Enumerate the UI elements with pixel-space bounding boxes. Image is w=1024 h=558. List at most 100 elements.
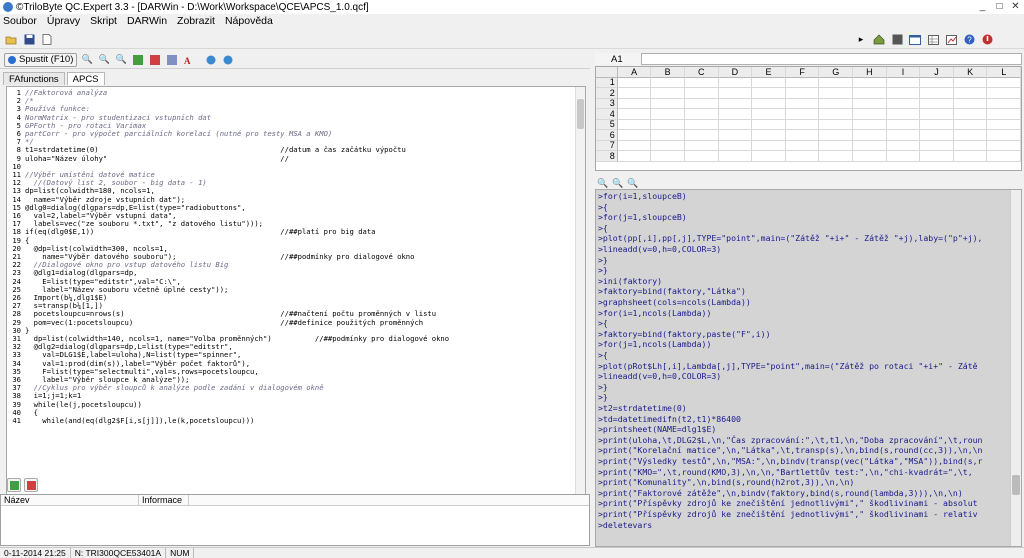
grid-cell[interactable]	[920, 140, 954, 151]
grid-cell[interactable]	[953, 88, 988, 99]
insert-icon[interactable]	[131, 53, 145, 67]
console-line[interactable]: >}	[598, 265, 608, 276]
grid-cell[interactable]	[718, 109, 753, 120]
console-find-icon[interactable]: 🔍	[596, 176, 610, 190]
code-line[interactable]: 6 partCorr - pro výpočet parciálních kore…	[7, 130, 581, 138]
globe-icon[interactable]	[204, 53, 218, 67]
grid-cell[interactable]	[752, 88, 786, 99]
grid-cell[interactable]	[785, 88, 820, 99]
code-line[interactable]: 39 while(le(j,pocetsloupcu))	[7, 400, 581, 408]
grid-cell[interactable]	[886, 88, 921, 99]
grid-cell[interactable]	[617, 77, 652, 88]
grid-cell[interactable]	[886, 98, 921, 109]
grid-cell[interactable]	[718, 140, 753, 151]
code-line[interactable]: 29 pom=vec(1:pocetsloupcu) //##definice …	[7, 318, 581, 326]
grid-cell[interactable]	[617, 151, 652, 162]
console-line[interactable]: >plot(pp[,i],pp[,j],TYPE="point",main=("…	[598, 233, 983, 244]
grid-cell[interactable]	[617, 109, 652, 120]
maximize-button[interactable]: □	[993, 0, 1006, 13]
cell-reference[interactable]: A1	[595, 53, 641, 65]
grid-cell[interactable]	[987, 140, 1021, 151]
row-header[interactable]: 5	[596, 119, 618, 130]
grid-cell[interactable]	[785, 77, 820, 88]
grid-cell[interactable]	[853, 88, 887, 99]
column-header-nazev[interactable]: Název	[1, 495, 139, 505]
grid-cell[interactable]	[785, 130, 820, 141]
grid-cell[interactable]	[819, 98, 854, 109]
row-header[interactable]: 2	[596, 88, 618, 99]
grid-cell[interactable]	[718, 119, 753, 130]
grid-cell[interactable]	[752, 98, 786, 109]
console-line[interactable]: >{	[598, 318, 608, 329]
find-icon[interactable]: 🔍	[80, 53, 94, 67]
arrow-right-icon[interactable]: ▸	[854, 33, 868, 47]
column-header[interactable]: E	[752, 67, 786, 78]
grid-cell[interactable]	[819, 151, 854, 162]
menu-napoveda[interactable]: Nápověda	[225, 15, 273, 27]
row-header[interactable]: 1	[596, 77, 618, 88]
console-line[interactable]: >print("Korelační matice",\n,"Látka",\t,…	[598, 445, 983, 456]
code-line[interactable]: 9 uloha="Název úlohy" //	[7, 154, 581, 162]
menu-skript[interactable]: Skript	[90, 15, 117, 27]
grid-cell[interactable]	[819, 77, 854, 88]
new-document-icon[interactable]	[40, 33, 54, 47]
column-header[interactable]: H	[853, 67, 887, 78]
grid-cell[interactable]	[684, 151, 719, 162]
column-header[interactable]: A	[617, 67, 652, 78]
grid-cell[interactable]	[617, 98, 652, 109]
console-line[interactable]: >ini(faktory)	[598, 276, 662, 287]
column-header[interactable]: I	[886, 67, 921, 78]
grid-cell[interactable]	[920, 130, 954, 141]
grid-cell[interactable]	[987, 130, 1021, 141]
help-icon[interactable]: ?	[962, 33, 976, 47]
column-header[interactable]: D	[718, 67, 753, 78]
grid-icon[interactable]	[926, 33, 940, 47]
grid-cell[interactable]	[617, 88, 652, 99]
console-line[interactable]: >td=datetimedifn(t2,t1)*86400	[598, 414, 741, 425]
grid-cell[interactable]	[886, 77, 921, 88]
column-header[interactable]: C	[684, 67, 719, 78]
grid-cell[interactable]	[853, 151, 887, 162]
grid-cell[interactable]	[819, 140, 854, 151]
grid-cell[interactable]	[920, 119, 954, 130]
console-line[interactable]: >}	[598, 392, 608, 403]
row-header[interactable]: 8	[596, 151, 618, 162]
console-line[interactable]: >print("Komunality",\n,bind(s,round(h2ro…	[598, 477, 854, 488]
grid-cell[interactable]	[752, 151, 786, 162]
grid-cell[interactable]	[617, 119, 652, 130]
grid-cell[interactable]	[819, 119, 854, 130]
column-header[interactable]: J	[920, 67, 954, 78]
settings-icon[interactable]	[221, 53, 235, 67]
grid-cell[interactable]	[651, 151, 685, 162]
grid-cell[interactable]	[718, 98, 753, 109]
grid-cell[interactable]	[651, 77, 685, 88]
replace-icon[interactable]: 🔍	[114, 53, 128, 67]
code-line[interactable]: 18 if(eq(dlg0$E,1)) //##platí pro big dat…	[7, 228, 581, 236]
grid-cell[interactable]	[718, 77, 753, 88]
home-icon[interactable]	[872, 33, 886, 47]
save-sheet-icon[interactable]	[890, 33, 904, 47]
grid-cell[interactable]	[785, 140, 820, 151]
grid-cell[interactable]	[819, 130, 854, 141]
grid-cell[interactable]	[987, 98, 1021, 109]
console-line[interactable]: >for(i=1,ncols(Lambda))	[598, 308, 711, 319]
code-line[interactable]: 41 while(and(eq(dlg2$F[i,s[j]]),le(k,poc…	[7, 417, 581, 425]
grid-cell[interactable]	[752, 140, 786, 151]
grid-cell[interactable]	[886, 109, 921, 120]
console-line[interactable]: >graphsheet(cols=ncols(Lambda))	[598, 297, 751, 308]
grid-cell[interactable]	[920, 77, 954, 88]
grid-cell[interactable]	[886, 130, 921, 141]
grid-cell[interactable]	[886, 140, 921, 151]
minimize-button[interactable]: _	[976, 0, 989, 13]
grid-cell[interactable]	[684, 119, 719, 130]
variables-list[interactable]: Název Informace	[0, 494, 590, 546]
code-editor[interactable]: 1//Faktorová analýza 2/* 3 Použivá funkce: 4…	[6, 86, 586, 504]
console-line[interactable]: >print("KMO=",\t,round(KMO,3),\n,\n,"Bar…	[598, 467, 973, 478]
console-line[interactable]: >faktory=bind(faktory,"Látka")	[598, 286, 746, 297]
grid-cell[interactable]	[785, 109, 820, 120]
grid-cell[interactable]	[752, 119, 786, 130]
grid-cell[interactable]	[953, 140, 988, 151]
grid-cell[interactable]	[718, 88, 753, 99]
console-line[interactable]: >}	[598, 382, 608, 393]
grid-cell[interactable]	[953, 119, 988, 130]
